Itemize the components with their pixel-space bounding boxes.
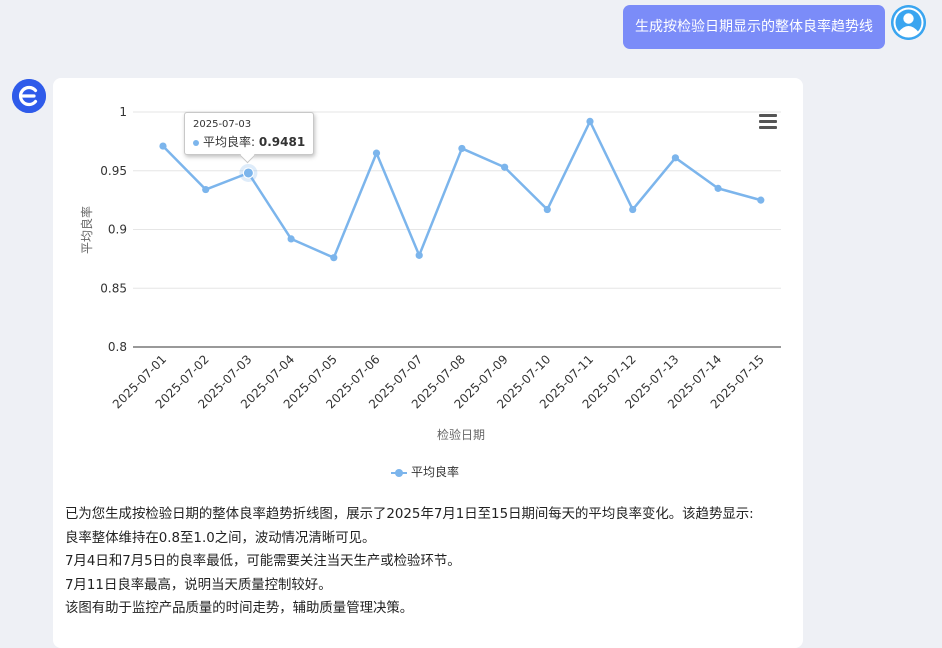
data-point: [458, 144, 466, 153]
data-point: [330, 254, 338, 262]
tooltip-label: 平均良率:: [203, 135, 259, 149]
data-point: [757, 196, 765, 204]
response-line-2: 良率整体维持在0.8至1.0之间，波动情况清晰可见。: [65, 530, 376, 546]
data-point: [671, 154, 680, 162]
legend-label: 平均良率: [411, 465, 460, 479]
tooltip-value: 0.9481: [258, 135, 306, 149]
chart-tooltip: 2025-07-03 平均良率: 0.9481: [184, 112, 314, 155]
user-icon[interactable]: [891, 5, 926, 40]
data-point: [714, 184, 722, 192]
response-line-5: 该图有助于监控产品质量的时间走势，辅助质量管理决策。: [65, 601, 414, 616]
x-axis-title: 检验日期: [437, 427, 485, 442]
assistant-message-card: 1 0.95 0.9 0.85 0.8 2025-07-01 2025-07-02 2025-…: [53, 78, 803, 648]
data-point: [501, 163, 509, 171]
tooltip-date: 2025-07-03: [193, 119, 252, 130]
legend-line-marker-icon: [391, 468, 407, 478]
y-axis-title: 平均良率: [79, 206, 94, 254]
data-point: [372, 149, 381, 157]
response-line-1: 已为您生成按检验日期的整体良率趋势折线图，展示了2025年7月1日至15日期间每…: [65, 507, 754, 522]
y-tick-label: 1: [119, 105, 127, 119]
user-message-bubble: 生成按检验日期显示的整体良率趋势线: [623, 5, 885, 49]
data-point: [629, 205, 637, 214]
user-message-row: 生成按检验日期显示的整体良率趋势线: [0, 5, 942, 50]
tooltip-series-dot: [193, 139, 199, 146]
response-line-4: 7月11日良率最高，说明当天质量控制较好。: [65, 577, 332, 593]
data-point: [202, 185, 210, 194]
hamburger-menu-icon[interactable]: [759, 114, 777, 130]
yield-trend-chart: 10.950.90.850.82025-07-012025-07-022025-…: [79, 105, 781, 442]
data-point: [287, 235, 295, 243]
y-tick-label: 0.9: [108, 223, 127, 237]
data-point-highlighted: [242, 167, 254, 179]
y-tick-label: 0.95: [100, 164, 127, 178]
y-tick-label: 0.8: [108, 340, 127, 354]
y-tick-label: 0.85: [100, 281, 127, 295]
chart-legend-item[interactable]: 平均良率: [391, 463, 459, 479]
response-text: 已为您生成按检验日期的整体良率趋势折线图，展示了2025年7月1日至15日期间每…: [65, 503, 797, 621]
e-logo-icon: [12, 79, 46, 113]
data-point: [415, 251, 423, 259]
data-point: [586, 117, 594, 125]
response-line-3: 7月4日和7月5日的良率最低，可能需要关注当天生产或检验环节。: [65, 554, 461, 569]
data-point: [159, 142, 167, 150]
tooltip-line: 平均良率: 0.9481: [193, 133, 305, 150]
data-point: [543, 205, 551, 214]
